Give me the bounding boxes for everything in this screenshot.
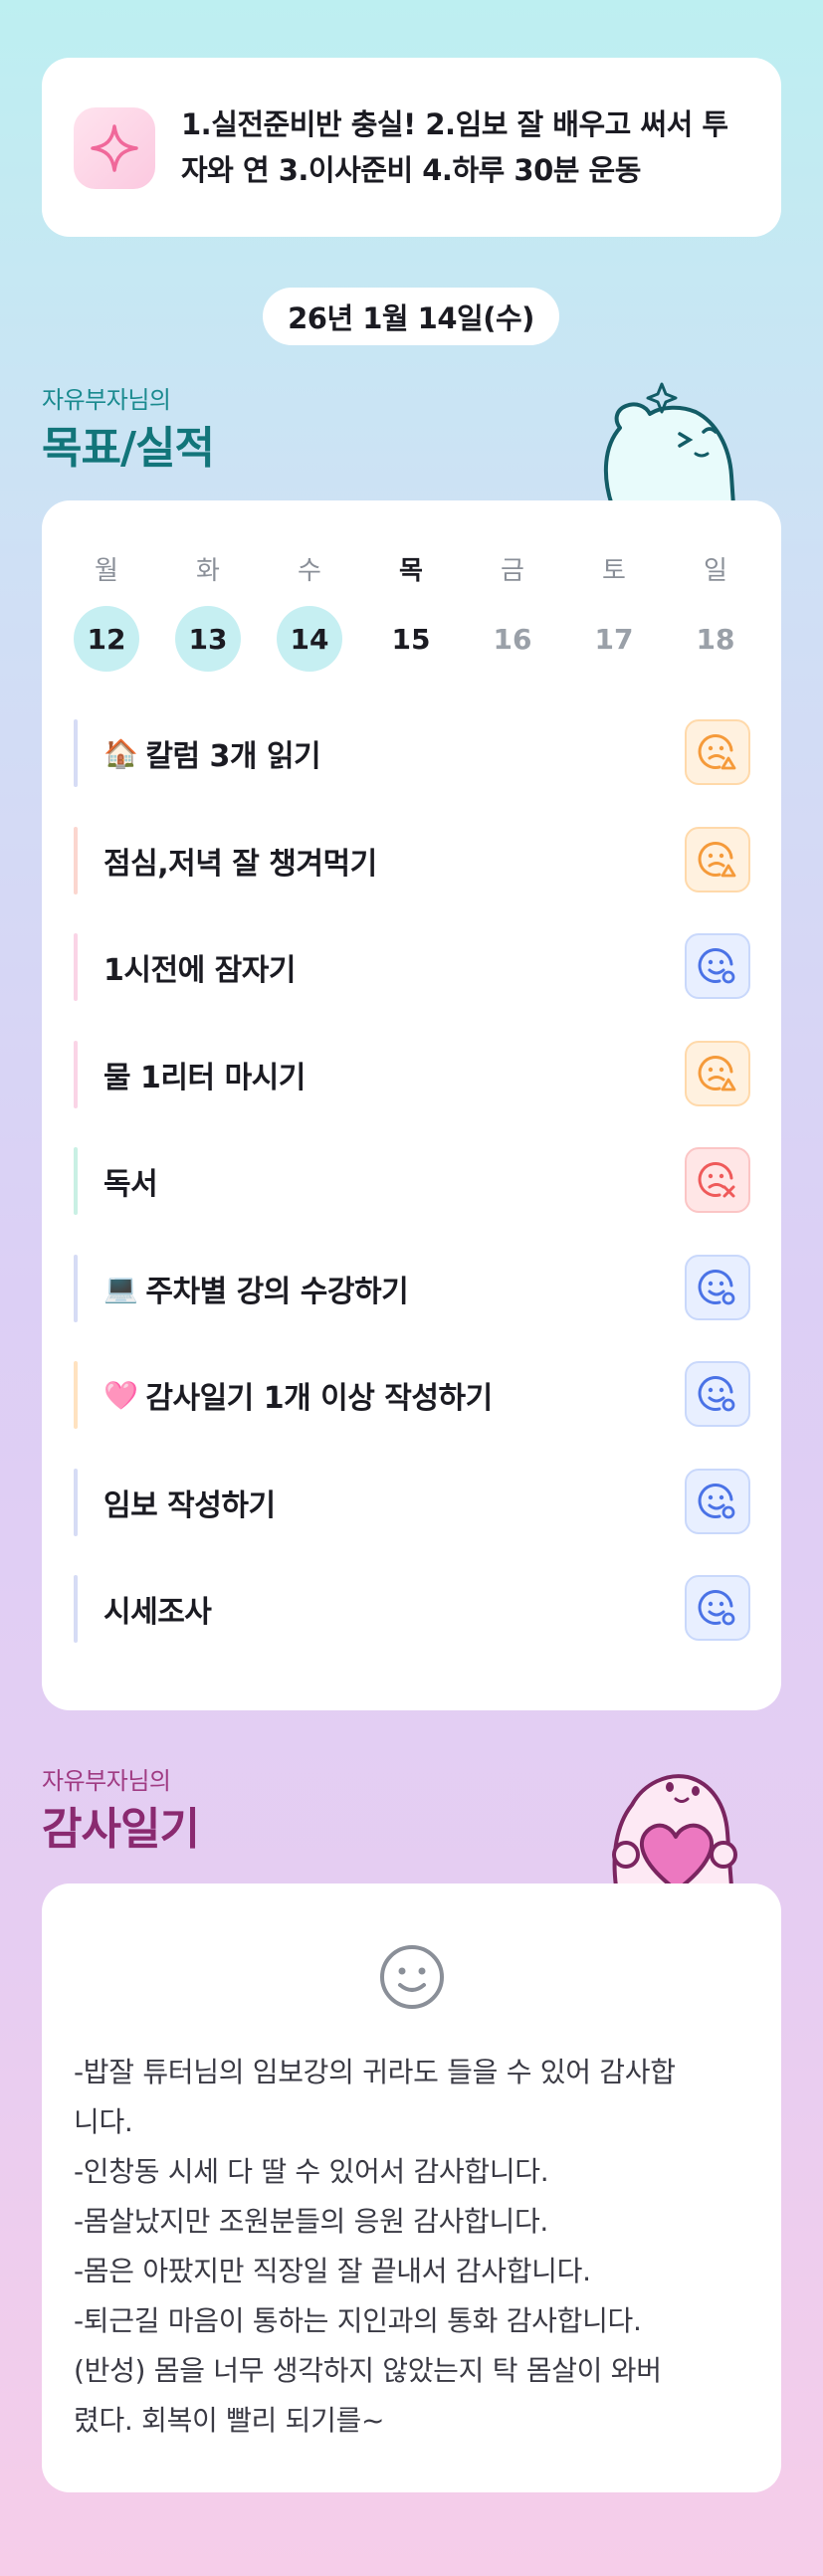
task-emoji-icon: 🩷 — [103, 1378, 138, 1412]
task-row[interactable]: 물 1리터 마시기 — [74, 1040, 750, 1108]
task-label: 1시전에 잠자기 — [103, 933, 296, 1001]
diary-subtitle: 자유부자님의 — [42, 1767, 171, 1795]
mascot-heart-illustration — [612, 1774, 737, 1886]
day-15[interactable]: 15 — [378, 606, 444, 672]
status-circle-icon[interactable] — [685, 1361, 750, 1427]
task-row[interactable]: 독서 — [74, 1147, 750, 1215]
task-text: 독서 — [103, 1167, 158, 1202]
diary-title: 감사일기 — [42, 1804, 200, 1855]
task-text: 1시전에 잠자기 — [103, 953, 296, 988]
weekday-sat: 토 — [602, 556, 626, 586]
task-row[interactable]: 1시전에 잠자기 — [74, 933, 750, 1001]
weekday-sun: 일 — [704, 556, 727, 586]
diary-line: 니다. — [74, 2105, 133, 2138]
task-row[interactable]: 🏠 칼럼 3개 읽기 — [74, 719, 750, 787]
status-circle-icon[interactable] — [685, 933, 750, 999]
task-label: 🩷 감사일기 1개 이상 작성하기 — [103, 1361, 493, 1429]
diary-line: -인창동 시세 다 딸 수 있어서 감사합니다. — [74, 2155, 549, 2188]
task-label: 물 1리터 마시기 — [103, 1041, 306, 1108]
weekday-fri: 금 — [501, 556, 524, 586]
task-row[interactable]: 점심,저녁 잘 챙겨먹기 — [74, 826, 750, 894]
weekday-tue: 화 — [196, 556, 220, 586]
task-text: 주차별 강의 수강하기 — [145, 1274, 409, 1309]
task-color-bar — [74, 719, 78, 787]
diary-line: (반성) 몸을 너무 생각하지 않았는지 탁 몸살이 와버 — [74, 2354, 662, 2387]
task-emoji-icon: 💻 — [103, 1272, 138, 1304]
goal-text: 1.실전준비반 충실! 2.임보 잘 배우고 써서 투 자와 연 3.이사준비 … — [181, 101, 768, 193]
sparkle-icon — [74, 107, 155, 189]
task-text: 임보 작성하기 — [103, 1487, 276, 1523]
task-color-bar — [74, 1147, 78, 1215]
diary-line: 렸다. 회복이 빨리 되기를~ — [74, 2404, 385, 2437]
task-text: 칼럼 3개 읽기 — [145, 739, 321, 774]
diary-line: -몸은 아팠지만 직장일 잘 끝내서 감사합니다. — [74, 2255, 591, 2287]
status-circle-icon[interactable] — [685, 1468, 750, 1534]
day-16[interactable]: 16 — [480, 606, 545, 672]
task-color-bar — [74, 826, 78, 894]
mascot-ghost-illustration — [603, 382, 735, 505]
task-color-bar — [74, 1361, 78, 1429]
goals-subtitle: 자유부자님의 — [42, 386, 171, 414]
status-x-icon[interactable] — [685, 1147, 750, 1213]
task-color-bar — [74, 1040, 78, 1108]
goals-card: 월 화 수 목 금 토 일 12 13 14 15 16 17 18 🏠 칼럼 3… — [42, 500, 781, 1710]
weekday-wed: 수 — [298, 556, 321, 586]
smile-icon — [380, 1945, 444, 2009]
date-pill: 26년 1월 14일(수) — [263, 288, 559, 345]
task-row[interactable]: 임보 작성하기 — [74, 1468, 750, 1536]
task-text: 물 1리터 마시기 — [103, 1060, 306, 1095]
status-triangle-icon[interactable] — [685, 719, 750, 785]
status-circle-icon[interactable] — [685, 1575, 750, 1641]
task-label: 점심,저녁 잘 챙겨먹기 — [103, 827, 377, 894]
task-text: 감사일기 1개 이상 작성하기 — [145, 1381, 493, 1416]
day-17[interactable]: 17 — [581, 606, 647, 672]
day-18[interactable]: 18 — [683, 606, 748, 672]
status-circle-icon[interactable] — [685, 1254, 750, 1320]
task-row[interactable]: 💻 주차별 강의 수강하기 — [74, 1254, 750, 1322]
task-text: 시세조사 — [103, 1595, 212, 1630]
status-triangle-icon[interactable] — [685, 826, 750, 892]
task-color-bar — [74, 933, 78, 1001]
day-12[interactable]: 12 — [74, 606, 139, 672]
day-14[interactable]: 14 — [277, 606, 342, 672]
goal-line-2: 자와 연 3.이사준비 4.하루 30분 운동 — [181, 153, 641, 187]
diary-line: -밥잘 튜터님의 임보강의 귀라도 들을 수 있어 감사합 — [74, 2056, 676, 2088]
task-emoji-icon: 🏠 — [103, 736, 138, 770]
weekday-thu: 목 — [399, 556, 423, 586]
task-label: 임보 작성하기 — [103, 1469, 276, 1536]
task-color-bar — [74, 1254, 78, 1322]
task-label: 🏠 칼럼 3개 읽기 — [103, 719, 321, 787]
task-label: 시세조사 — [103, 1575, 212, 1643]
task-row[interactable]: 🩷 감사일기 1개 이상 작성하기 — [74, 1361, 750, 1429]
task-label: 💻 주차별 강의 수강하기 — [103, 1255, 409, 1322]
status-triangle-icon[interactable] — [685, 1040, 750, 1106]
goals-title: 목표/실적 — [42, 423, 215, 474]
goal-line-1: 1.실전준비반 충실! 2.임보 잘 배우고 써서 투 — [181, 107, 728, 141]
day-13[interactable]: 13 — [175, 606, 241, 672]
task-text: 점심,저녁 잘 챙겨먹기 — [103, 846, 377, 882]
gratitude-diary-card: -밥잘 튜터님의 임보강의 귀라도 들을 수 있어 감사합니다. -인창동 시세 … — [42, 1883, 781, 2492]
goal-banner: 1.실전준비반 충실! 2.임보 잘 배우고 써서 투 자와 연 3.이사준비 … — [42, 58, 781, 237]
task-row[interactable]: 시세조사 — [74, 1575, 750, 1643]
diary-line: -퇴근길 마음이 통하는 지인과의 통화 감사합니다. — [74, 2304, 642, 2337]
diary-line: -몸살났지만 조원분들의 응원 감사합니다. — [74, 2205, 549, 2238]
task-color-bar — [74, 1575, 78, 1643]
task-label: 독서 — [103, 1147, 158, 1215]
weekday-mon: 월 — [95, 556, 118, 586]
task-color-bar — [74, 1468, 78, 1536]
